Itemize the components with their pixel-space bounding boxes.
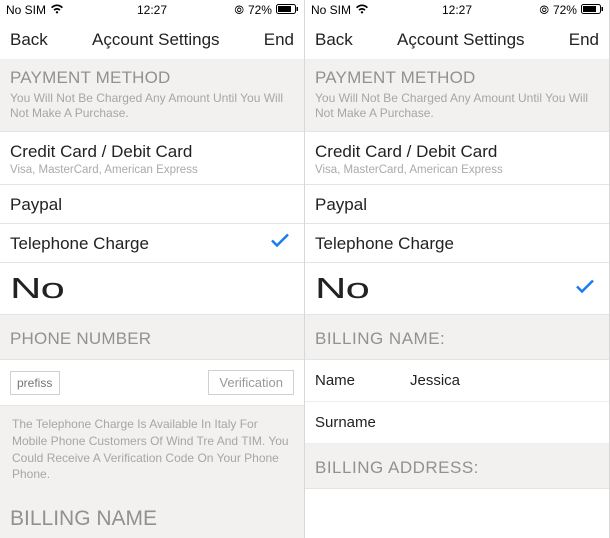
prefix-input[interactable] — [10, 371, 60, 395]
telephone-charge-option[interactable]: Telephone Charge — [305, 224, 609, 263]
payment-method-section: PAYMENT METHOD You Will Not Be Charged A… — [0, 60, 304, 132]
paypal-option[interactable]: Paypal — [305, 185, 609, 224]
status-bar: No SIM 12:27 ⦾ 72% — [0, 0, 304, 20]
billing-name-title: BILLING NAME — [10, 507, 294, 531]
nav-title: Açcount Settings — [92, 30, 220, 50]
payment-method-sub: You Will Not Be Charged Any Amount Until… — [315, 91, 599, 121]
name-label: Name — [315, 372, 410, 389]
credit-card-sub: Visa, MasterCard, American Express — [10, 164, 294, 176]
verification-button[interactable]: Verification — [208, 370, 294, 395]
status-time: 12:27 — [137, 3, 167, 17]
left-screen: No SIM 12:27 ⦾ 72% Back Açcount Settings… — [0, 0, 305, 538]
telephone-charge-option[interactable]: Telephone Charge — [0, 224, 304, 263]
no-label: No — [10, 273, 305, 306]
payment-method-sub: You Will Not Be Charged Any Amount Until… — [10, 91, 294, 121]
end-button[interactable]: End — [569, 30, 599, 50]
orientation-lock-icon: ⦾ — [234, 3, 244, 18]
battery-icon — [276, 3, 298, 17]
payment-method-section: PAYMENT METHOD You Will Not Be Charged A… — [305, 60, 609, 132]
telephone-label: Telephone Charge — [315, 234, 599, 254]
payment-method-title: PAYMENT METHOD — [10, 68, 294, 88]
credit-card-label: Credit Card / Debit Card — [315, 142, 599, 162]
no-option[interactable]: No — [0, 263, 304, 315]
check-icon — [576, 279, 594, 298]
phone-input-row: Verification — [0, 360, 304, 406]
status-time: 12:27 — [442, 3, 472, 17]
telephone-label: Telephone Charge — [10, 234, 294, 254]
surname-field-row[interactable]: Surname — [305, 402, 609, 444]
name-field-row[interactable]: Name Jessica — [305, 360, 609, 402]
billing-name-section: BILLING NAME: — [305, 315, 609, 360]
credit-card-label: Credit Card / Debit Card — [10, 142, 294, 162]
name-value: Jessica — [410, 372, 460, 389]
battery-pct: 72% — [248, 3, 272, 17]
phone-number-section: PHONE NUMBER — [0, 315, 304, 360]
nav-bar: Back Açcount Settings End — [0, 20, 304, 60]
surname-label: Surname — [315, 414, 410, 431]
end-button[interactable]: End — [264, 30, 294, 50]
check-icon — [271, 234, 289, 253]
carrier-text: No SIM — [6, 3, 46, 17]
right-screen: No SIM 12:27 ⦾ 72% Back Açcount Settings… — [305, 0, 610, 538]
nav-bar: Back Açcount Settings End — [305, 20, 609, 60]
carrier-text: No SIM — [311, 3, 351, 17]
credit-card-sub: Visa, MasterCard, American Express — [315, 164, 599, 176]
billing-name-title: BILLING NAME: — [315, 329, 599, 349]
telephone-info: The Telephone Charge Is Available In Ita… — [0, 406, 304, 493]
back-button[interactable]: Back — [10, 30, 48, 50]
credit-card-option[interactable]: Credit Card / Debit Card Visa, MasterCar… — [305, 132, 609, 185]
billing-name-section: BILLING NAME — [0, 493, 304, 538]
no-option[interactable]: No — [305, 263, 609, 315]
orientation-lock-icon: ⦾ — [539, 3, 549, 18]
battery-icon — [581, 3, 603, 17]
paypal-label: Paypal — [315, 195, 599, 215]
telephone-info-text: The Telephone Charge Is Available In Ita… — [12, 416, 292, 483]
wifi-icon — [50, 3, 64, 17]
status-bar: No SIM 12:27 ⦾ 72% — [305, 0, 609, 20]
back-button[interactable]: Back — [315, 30, 353, 50]
phone-number-title: PHONE NUMBER — [10, 329, 294, 349]
paypal-label: Paypal — [10, 195, 294, 215]
credit-card-option[interactable]: Credit Card / Debit Card Visa, MasterCar… — [0, 132, 304, 185]
battery-pct: 72% — [553, 3, 577, 17]
nav-title: Açcount Settings — [397, 30, 525, 50]
wifi-icon — [355, 3, 369, 17]
no-label: No — [315, 273, 610, 306]
payment-method-title: PAYMENT METHOD — [315, 68, 599, 88]
billing-address-title: BILLING ADDRESS: — [315, 458, 599, 478]
paypal-option[interactable]: Paypal — [0, 185, 304, 224]
billing-address-section: BILLING ADDRESS: — [305, 444, 609, 489]
